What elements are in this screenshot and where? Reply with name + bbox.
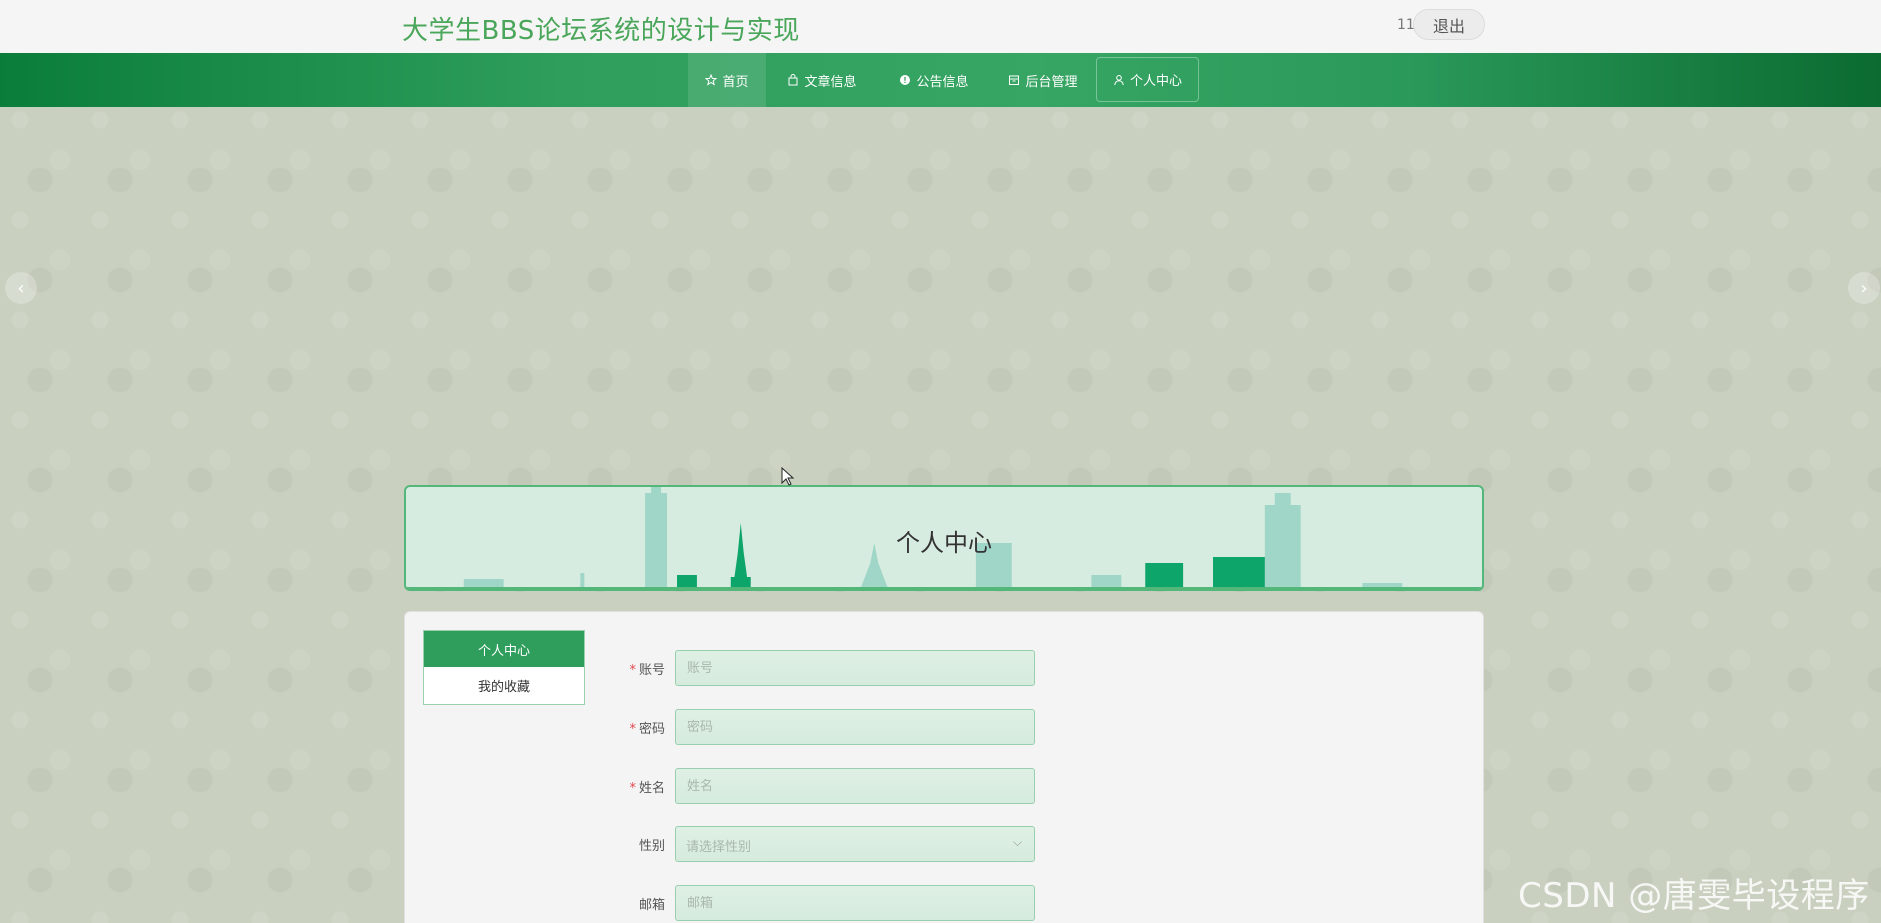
mouse-cursor-icon bbox=[781, 467, 795, 486]
password-label: * 密码 bbox=[629, 722, 665, 737]
email-label: 邮箱 bbox=[638, 898, 665, 913]
user-icon bbox=[1114, 74, 1124, 85]
profile-panel: 个人中心 我的收藏 *账号 *密码 *姓名 性别 请选择性别 ⌵ 邮箱 bbox=[404, 611, 1484, 923]
name-input[interactable] bbox=[675, 768, 1035, 804]
gender-select-placeholder: 请选择性别 bbox=[686, 840, 752, 855]
email-input[interactable] bbox=[675, 885, 1035, 921]
form-row-gender: 性别 请选择性别 ⌵ bbox=[605, 826, 1035, 862]
side-item-favorites[interactable]: 我的收藏 bbox=[424, 667, 584, 703]
nav-item-label: 公告信息 bbox=[916, 74, 969, 90]
logout-button[interactable]: 退出 bbox=[1413, 9, 1485, 40]
nav-item-label: 后台管理 bbox=[1025, 74, 1078, 90]
side-menu: 个人中心 我的收藏 bbox=[423, 630, 585, 705]
account-label: * 账号 bbox=[629, 663, 665, 678]
nav-item-articles[interactable]: 文章信息 bbox=[776, 53, 868, 107]
star-icon bbox=[705, 74, 718, 86]
side-item-profile[interactable]: 个人中心 bbox=[424, 631, 584, 667]
form-row-name: * 姓名 bbox=[605, 768, 1035, 804]
main-nav: 首页 文章信息 公告信息 后台管理 个人中心 bbox=[0, 53, 1881, 107]
chevron-down-icon: ⌵ bbox=[1013, 835, 1023, 849]
top-bar: 大学生BBS论坛系统的设计与实现 11 退出 bbox=[0, 0, 1881, 53]
carousel-prev-button[interactable]: ‹ bbox=[5, 272, 37, 304]
box-icon bbox=[1009, 75, 1020, 85]
page-banner: 个人中心 bbox=[404, 485, 1484, 591]
banner-title: 个人中心 bbox=[896, 529, 992, 557]
site-title: 大学生BBS论坛系统的设计与实现 bbox=[402, 16, 800, 46]
form-row-email: 邮箱 bbox=[605, 885, 1035, 921]
nav-item-label: 个人中心 bbox=[1129, 74, 1182, 89]
gender-label: 性别 bbox=[638, 839, 665, 854]
carousel-next-button[interactable]: › bbox=[1848, 272, 1880, 304]
nav-item-home[interactable]: 首页 bbox=[688, 53, 766, 107]
nav-item-notices[interactable]: 公告信息 bbox=[888, 53, 980, 107]
bag-icon bbox=[788, 74, 798, 86]
nav-item-profile[interactable]: 个人中心 bbox=[1096, 57, 1199, 102]
required-mark: * bbox=[629, 781, 636, 796]
watermark: CSDN @唐雯毕设程序 bbox=[1518, 876, 1870, 916]
required-mark: * bbox=[629, 663, 636, 678]
info-icon bbox=[900, 75, 911, 85]
form-row-account: * 账号 bbox=[605, 650, 1035, 686]
password-input[interactable] bbox=[675, 709, 1035, 745]
account-input[interactable] bbox=[675, 650, 1035, 686]
name-label: * 姓名 bbox=[629, 781, 665, 796]
required-mark: * bbox=[629, 722, 636, 737]
nav-item-admin[interactable]: 后台管理 bbox=[997, 53, 1089, 107]
nav-item-label: 首页 bbox=[722, 74, 749, 90]
form-row-password: * 密码 bbox=[605, 709, 1035, 745]
nav-item-label: 文章信息 bbox=[804, 74, 857, 90]
